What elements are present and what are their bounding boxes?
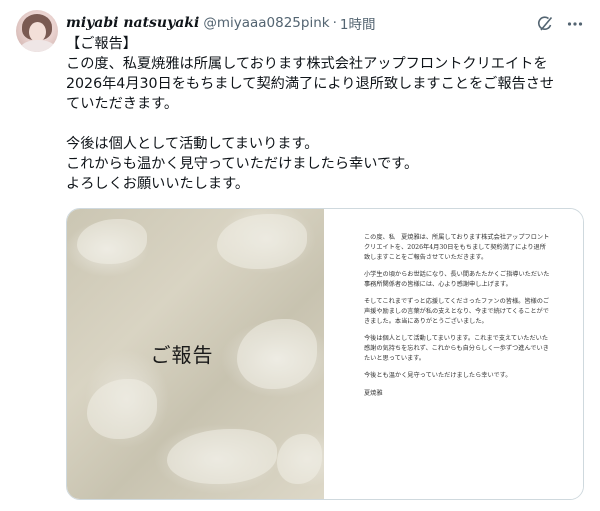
letter-text: この度、私 夏焼雅は、所属しております株式会社アップフロントクリエイトを、202… [364, 233, 550, 406]
letter-paragraph: 小学生の頃からお世話になり、長い間あたたかくご指導いただいた事務所関係者の皆様に… [364, 271, 550, 288]
tweet-line: 今後は個人として活動してまいります。 [66, 136, 319, 152]
report-cover-image[interactable]: ご報告 [67, 209, 324, 499]
letter-paragraph: 今後は個人として活動してまいります。これまで支えていただいた感謝の気持ちを忘れず… [364, 335, 549, 362]
tweet-line: 2026年4月30日をもちまして契約満了により退所致しますことをご報告させ [66, 76, 555, 92]
separator-dot: · [332, 15, 337, 31]
letter-paragraph: 今後とも温かく見守っていただけましたら幸いです。 [364, 372, 512, 379]
tweet-line: 【ご報告】 [66, 36, 137, 52]
avatar-shoulder [20, 40, 56, 52]
flower-petal [277, 434, 322, 484]
tweet-blank-line [66, 114, 586, 134]
letter-paragraph: そしてこれまでずっと応援してくださったファンの皆様。皆様のご声援や励ましの言葉が… [364, 298, 550, 325]
image-title: ご報告 [150, 343, 214, 367]
tweet-line: これからも温かく見守っていただけましたら幸いです。 [66, 156, 419, 172]
report-letter-image[interactable]: この度、私 夏焼雅は、所属しております株式会社アップフロントクリエイトを、202… [324, 209, 583, 499]
avatar[interactable] [16, 10, 58, 52]
tweet-header: miyabi natsuyaki @miyaaa0825pink · 1時間 [66, 13, 375, 33]
avatar-face [29, 22, 46, 42]
letter-paragraph: この度、私 夏焼雅は、所属しております株式会社アップフロントクリエイトを、202… [364, 234, 550, 261]
tweet-text: 【ご報告】 この度、私夏焼雅は所属しております株式会社アップフロントクリエイトを… [66, 34, 586, 194]
tweet-line: ていただきます。 [66, 96, 179, 112]
display-name[interactable]: miyabi natsuyaki [66, 15, 199, 31]
tweet-line: この度、私夏焼雅は所属しております株式会社アップフロントクリエイトを [66, 56, 548, 72]
flower-petal [77, 219, 147, 264]
flower-petal [167, 429, 277, 484]
user-handle[interactable]: @miyaaa0825pink [203, 15, 329, 31]
post-time[interactable]: 1時間 [340, 13, 376, 33]
flower-petal [217, 214, 307, 269]
tweet-line: よろしくお願いいたします。 [66, 176, 250, 192]
letter-signature: 夏焼雅 [364, 390, 383, 397]
flower-petal [87, 379, 157, 439]
media-attachment[interactable]: ご報告 この度、私 夏焼雅は、所属しております株式会社アップフロントクリエイトを… [66, 208, 584, 500]
